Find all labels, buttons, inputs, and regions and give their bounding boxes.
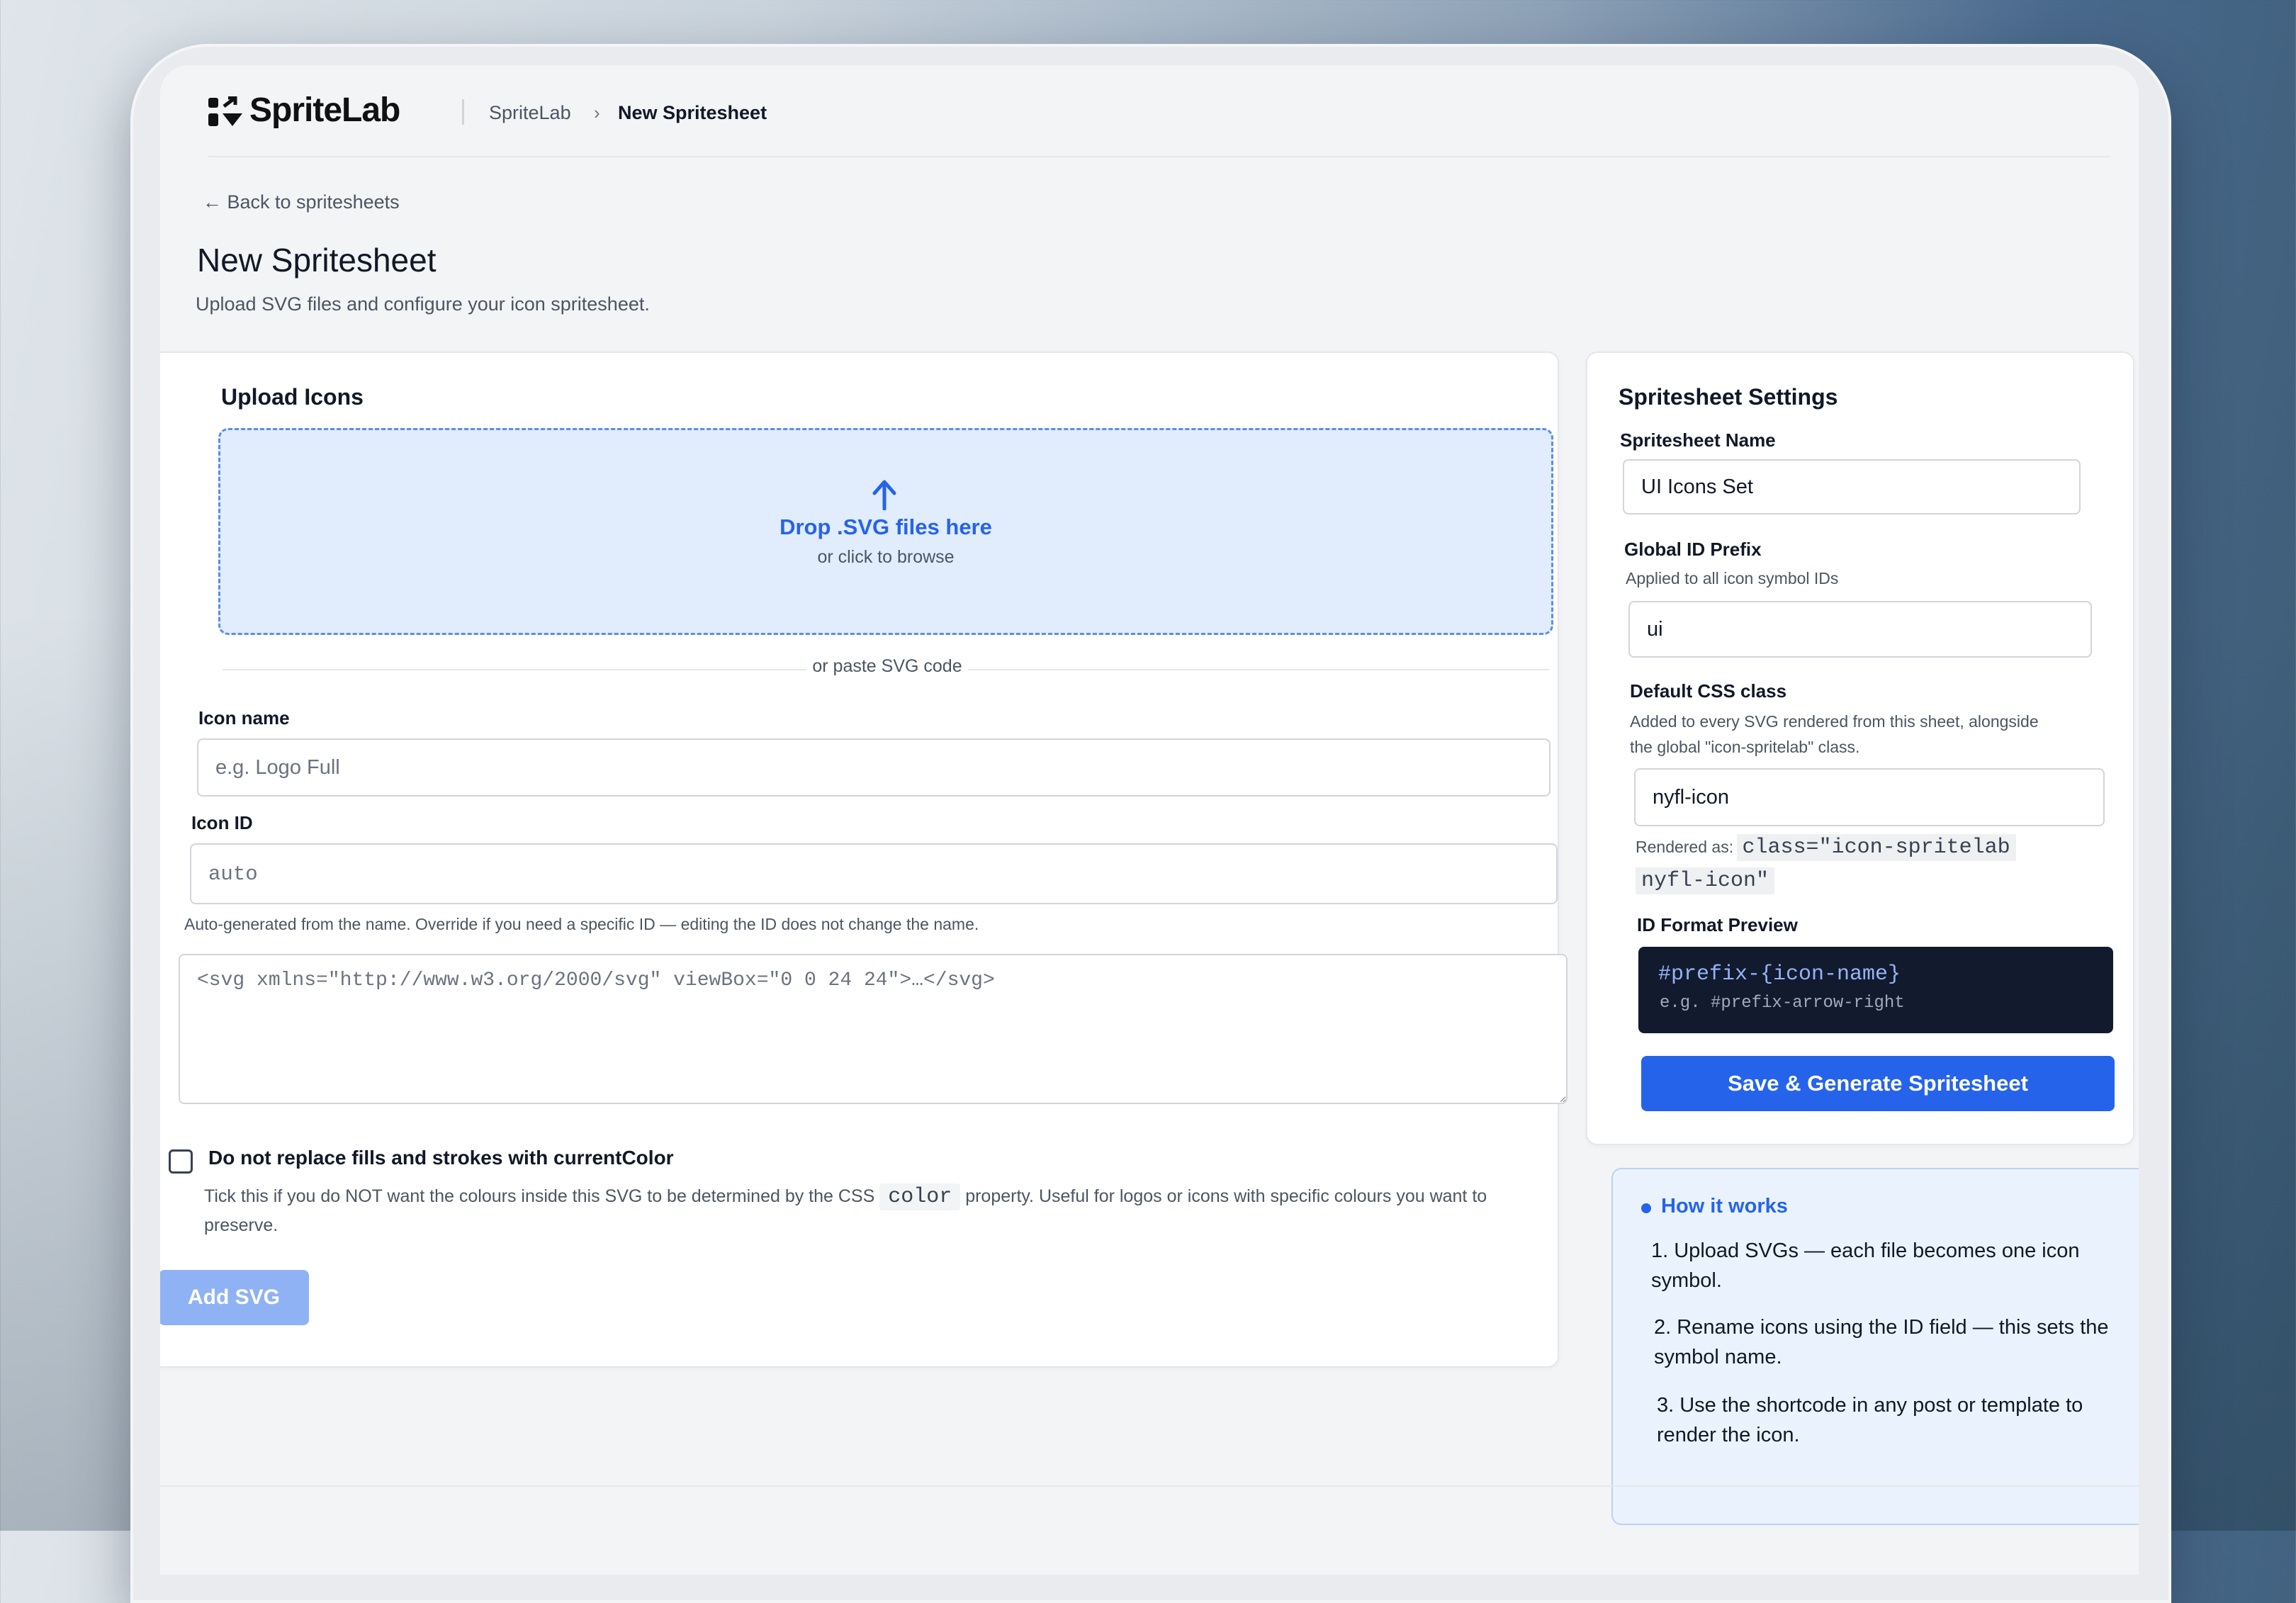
id-prefix-hint: Applied to all icon symbol IDs xyxy=(1626,569,1839,587)
breadcrumb-chevron-icon: › xyxy=(594,102,600,123)
preserve-colors-checkbox[interactable] xyxy=(169,1149,193,1174)
header-divider xyxy=(462,99,464,125)
icon-id-input[interactable] xyxy=(190,843,1558,904)
dropzone-browse-text[interactable]: or click to browse xyxy=(751,547,1020,568)
default-css-class-hint: Added to every SVG rendered from this sh… xyxy=(1630,712,2039,756)
spritesheet-name-label: Spritesheet Name xyxy=(1620,429,1776,451)
upload-icons-title: Upload Icons xyxy=(221,384,364,410)
header-rule xyxy=(208,156,2110,157)
spritesheet-name-input[interactable] xyxy=(1623,459,2081,514)
breadcrumb-current: New Spritesheet xyxy=(618,102,767,123)
hint-text-pre: Tick this if you do NOT want the colours… xyxy=(204,1186,875,1206)
hint-code-color: color xyxy=(879,1183,961,1210)
id-prefix-label: Global ID Prefix xyxy=(1624,539,1762,560)
bullet-icon xyxy=(1641,1203,1651,1213)
how-step-3: 3. Use the shortcode in any post or temp… xyxy=(1657,1394,2083,1446)
divider-right xyxy=(968,669,1549,670)
id-format-preview-value: #prefix-{icon-name} xyxy=(1658,962,1901,986)
page-title: New Spritesheet xyxy=(197,242,437,279)
default-css-class-label: Default CSS class xyxy=(1630,680,1787,702)
how-step-1: 1. Upload SVGs — each file becomes one i… xyxy=(1651,1239,2080,1292)
rendered-as-code-line2: nyfl-icon" xyxy=(1636,867,1775,894)
add-svg-button[interactable]: Add SVG xyxy=(160,1270,309,1325)
upload-arrow-icon xyxy=(872,480,896,510)
preserve-colors-label[interactable]: Do not replace fills and strokes with cu… xyxy=(208,1147,674,1169)
paste-svg-divider-text: or paste SVG code xyxy=(812,656,962,676)
app-window: SpriteLab SpriteLab › New Spritesheet ← … xyxy=(160,65,2139,1575)
svg-code-textarea[interactable] xyxy=(179,954,1568,1104)
how-it-works-title: How it works xyxy=(1661,1195,1788,1217)
icon-name-label: Icon name xyxy=(198,707,290,729)
icon-name-input[interactable] xyxy=(197,738,1551,797)
save-generate-button[interactable]: Save & Generate Spritesheet xyxy=(1641,1056,2115,1111)
page-subtitle: Upload SVG files and configure your icon… xyxy=(196,293,650,315)
icon-id-label: Icon ID xyxy=(191,812,253,833)
spritelab-logo-icon[interactable] xyxy=(207,96,244,128)
id-format-preview-example: e.g. #prefix-arrow-right xyxy=(1660,994,1905,1013)
divider-left xyxy=(223,669,806,670)
app-logo-text[interactable]: SpriteLab xyxy=(249,91,400,130)
back-to-spritesheets-link[interactable]: ← Back to spritesheets xyxy=(203,191,400,213)
dropzone-title: Drop .SVG files here xyxy=(780,514,992,539)
preserve-colors-hint: Tick this if you do NOT want the colours… xyxy=(204,1182,1536,1239)
id-format-preview-label: ID Format Preview xyxy=(1637,914,1798,935)
footer-rule xyxy=(160,1485,2139,1487)
id-prefix-input[interactable] xyxy=(1628,601,2092,658)
rendered-as-code-line1: class="icon-spritelab xyxy=(1736,834,2016,861)
how-step-2: 2. Rename icons using the ID field — thi… xyxy=(1654,1316,2109,1368)
default-css-class-input[interactable] xyxy=(1634,768,2105,826)
id-format-preview-box xyxy=(1638,947,2113,1033)
rendered-as-label: Rendered as: xyxy=(1636,838,1734,856)
settings-title: Spritesheet Settings xyxy=(1619,384,1838,410)
icon-id-hint: Auto-generated from the name. Override i… xyxy=(184,915,979,933)
rendered-as-row: Rendered as: class="icon-spritelab nyfl-… xyxy=(1636,832,2075,899)
breadcrumb-spritelab[interactable]: SpriteLab xyxy=(489,102,571,124)
